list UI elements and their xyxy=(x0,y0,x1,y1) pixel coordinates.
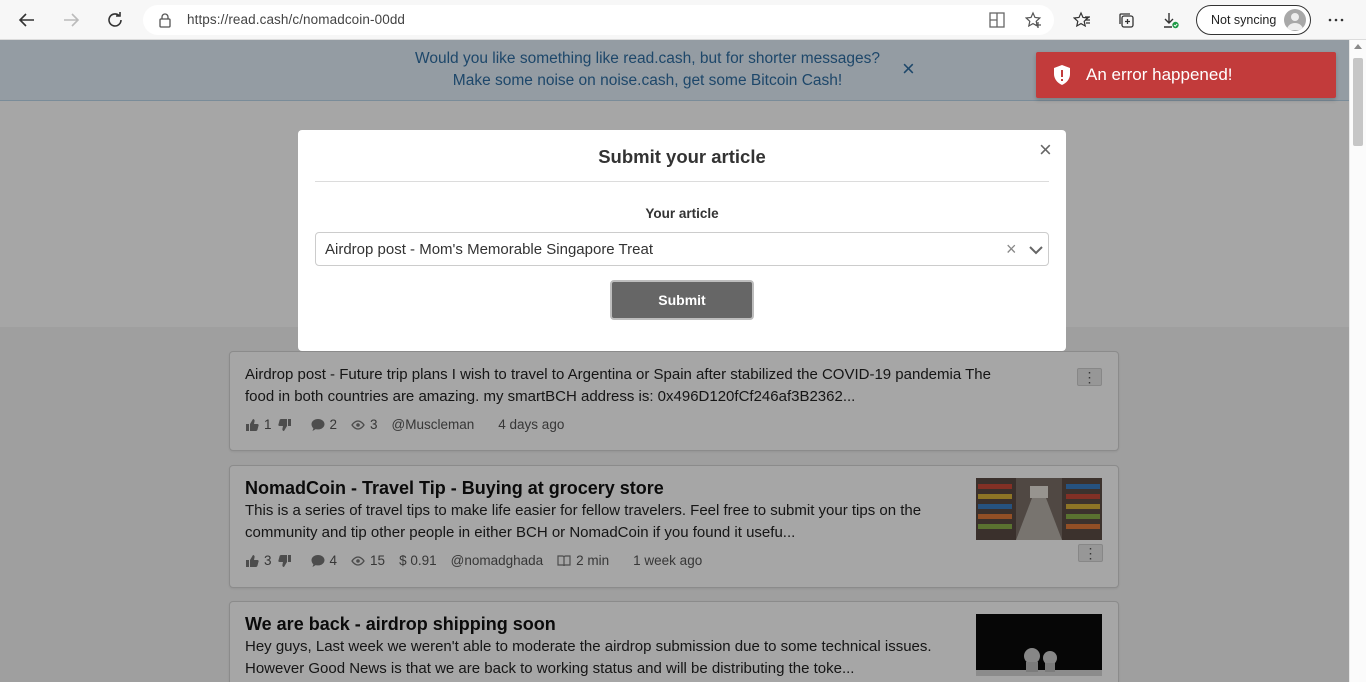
scroll-up-arrow-icon[interactable] xyxy=(1354,44,1362,49)
favorites-button[interactable] xyxy=(1068,6,1096,34)
article-select[interactable]: Airdrop post - Mom's Memorable Singapore… xyxy=(315,232,1049,266)
scrollbar-thumb[interactable] xyxy=(1353,58,1363,146)
back-button[interactable] xyxy=(13,6,41,34)
refresh-button[interactable] xyxy=(101,6,129,34)
modal-close-button[interactable]: × xyxy=(1039,137,1052,163)
download-icon xyxy=(1164,13,1179,29)
article-field-label: Your article xyxy=(645,206,719,221)
browser-toolbar: https://read.cash/c/nomadcoin-00dd Not s… xyxy=(0,0,1366,40)
url-text: https://read.cash/c/nomadcoin-00dd xyxy=(187,12,406,27)
error-message: An error happened! xyxy=(1086,65,1233,84)
submit-button[interactable]: Submit xyxy=(610,280,754,320)
page-scrollbar[interactable] xyxy=(1349,40,1366,682)
back-arrow-icon xyxy=(18,13,34,27)
modal-title: Submit your article xyxy=(598,146,766,167)
address-bar[interactable]: https://read.cash/c/nomadcoin-00dd xyxy=(143,5,1054,35)
profile-sync-button[interactable]: Not syncing xyxy=(1196,5,1311,35)
add-favorite-icon[interactable] xyxy=(1025,11,1043,29)
error-toast[interactable]: An error happened! xyxy=(1036,52,1336,98)
refresh-icon xyxy=(108,12,122,27)
collections-icon xyxy=(1119,13,1134,28)
clear-selection-button[interactable]: × xyxy=(1006,239,1017,260)
sync-label: Not syncing xyxy=(1211,13,1277,27)
app-available-icon[interactable] xyxy=(988,11,1006,29)
modal-divider xyxy=(315,181,1049,182)
downloads-button[interactable] xyxy=(1156,6,1184,34)
forward-button[interactable] xyxy=(57,6,85,34)
favorites-icon xyxy=(1073,11,1090,28)
chevron-down-icon[interactable] xyxy=(1028,242,1044,258)
settings-more-button[interactable] xyxy=(1322,6,1350,34)
user-icon xyxy=(1287,13,1303,30)
shield-alert-icon xyxy=(1054,65,1070,85)
more-horizontal-icon xyxy=(1328,18,1344,22)
submit-article-modal: Submit your article × Your article Airdr… xyxy=(298,130,1066,351)
collections-button[interactable] xyxy=(1112,6,1140,34)
forward-arrow-icon xyxy=(64,13,80,27)
lock-icon xyxy=(159,13,171,28)
avatar xyxy=(1284,9,1306,31)
article-select-value: Airdrop post - Mom's Memorable Singapore… xyxy=(325,241,654,258)
